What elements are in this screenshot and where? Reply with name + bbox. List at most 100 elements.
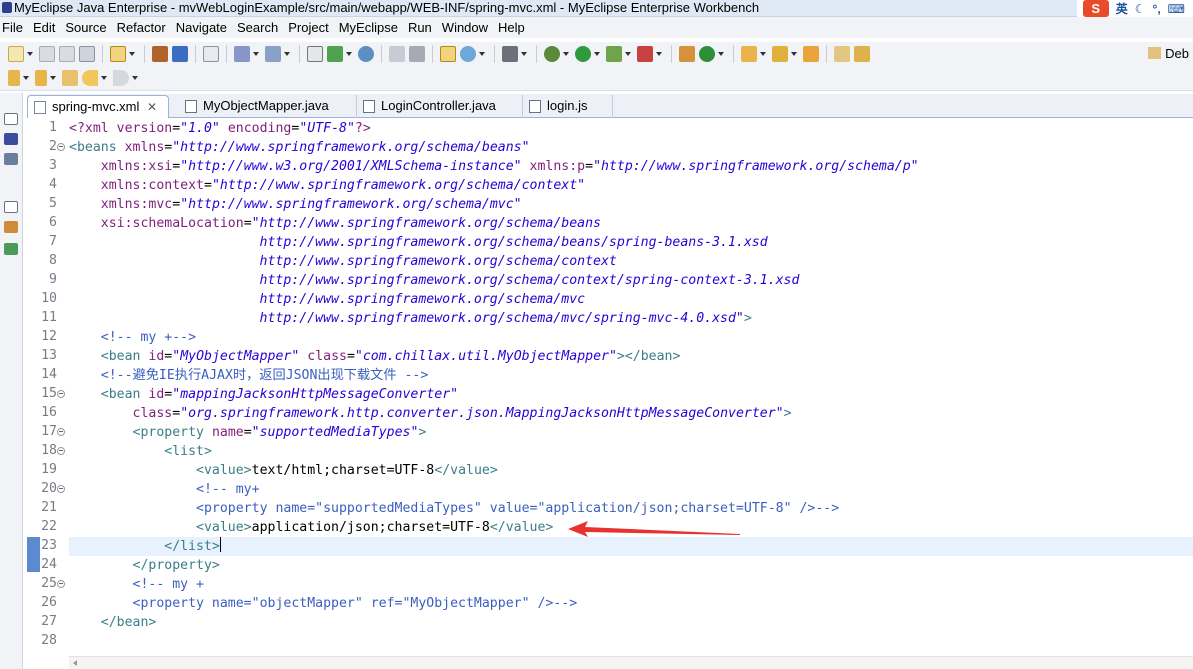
code-line[interactable]: <bean id="MyObjectMapper" class="com.chi… xyxy=(69,347,919,366)
code-line[interactable]: <!-- my+ xyxy=(69,480,919,499)
chevron-down-icon[interactable] xyxy=(284,52,290,56)
menu-source[interactable]: Source xyxy=(60,17,111,38)
chevron-down-icon[interactable] xyxy=(563,52,569,56)
deploy-icon[interactable] xyxy=(307,46,323,62)
pen-icon[interactable] xyxy=(772,46,788,62)
code-line[interactable]: <!--避免IE执行AJAX时，返回JSON出现下载文件 --> xyxy=(69,366,919,385)
print-icon[interactable] xyxy=(79,46,95,62)
tab-logincontroller-java[interactable]: LoginController.java xyxy=(357,95,523,118)
chevron-down-icon[interactable] xyxy=(23,75,29,80)
chevron-down-icon[interactable] xyxy=(718,52,724,56)
punctuation-icon[interactable]: °, xyxy=(1153,2,1161,16)
menu-file[interactable]: File xyxy=(0,17,28,38)
chevron-down-icon[interactable] xyxy=(656,52,662,56)
menu-navigate[interactable]: Navigate xyxy=(171,17,232,38)
close-icon[interactable]: ✕ xyxy=(147,96,157,118)
chevron-down-icon[interactable] xyxy=(594,52,600,56)
chevron-down-icon[interactable] xyxy=(101,75,107,80)
code-area[interactable]: <?xml version="1.0" encoding="UTF-8"?> <b… xyxy=(69,119,919,651)
last-edit-location-icon[interactable] xyxy=(62,69,78,86)
code-line[interactable]: <value>text/html;charset=UTF-8</value> xyxy=(69,461,919,480)
keyboard-icon[interactable]: ⌨ xyxy=(1168,2,1185,16)
counter-icon[interactable] xyxy=(203,46,219,62)
code-line[interactable]: http://www.springframework.org/schema/be… xyxy=(69,233,919,252)
chevron-down-icon[interactable] xyxy=(521,52,527,56)
chevron-down-icon[interactable] xyxy=(791,52,797,56)
restore-icon[interactable] xyxy=(4,201,18,213)
class-icon[interactable] xyxy=(172,46,188,62)
back-icon[interactable] xyxy=(82,69,98,86)
code-line[interactable]: <bean id="mappingJacksonHttpMessageConve… xyxy=(69,385,919,404)
ime-toolbar[interactable]: S 英 ☾ °, ⌨ xyxy=(1076,0,1193,17)
code-line[interactable]: xsi:schemaLocation="http://www.springfra… xyxy=(69,214,919,233)
deploy-to-server-icon[interactable] xyxy=(327,46,343,62)
external-tools-icon[interactable] xyxy=(637,46,653,62)
code-line[interactable]: xmlns:mvc="http://www.springframework.or… xyxy=(69,195,919,214)
package-icon[interactable] xyxy=(152,46,168,62)
forward-icon[interactable] xyxy=(389,46,405,62)
fold-toggle-icon[interactable] xyxy=(57,143,65,151)
camera-icon[interactable] xyxy=(502,46,518,62)
chevron-down-icon[interactable] xyxy=(346,52,352,56)
code-line[interactable]: <value>application/json;charset=UTF-8</v… xyxy=(69,518,919,537)
tab-myobjectmapper-java[interactable]: MyObjectMapper.java xyxy=(179,95,357,118)
menu-project[interactable]: Project xyxy=(283,17,333,38)
moon-icon[interactable]: ☾ xyxy=(1135,2,1146,16)
code-line[interactable]: xmlns:xsi="http://www.w3.org/2001/XMLSch… xyxy=(69,157,919,176)
search-folder-icon[interactable] xyxy=(803,46,819,62)
code-line[interactable]: <!-- my +--> xyxy=(69,328,919,347)
chevron-down-icon[interactable] xyxy=(625,52,631,56)
run-icon[interactable] xyxy=(575,46,591,62)
ime-language-indicator[interactable]: 英 xyxy=(1116,0,1128,17)
open-folder-icon[interactable] xyxy=(741,46,757,62)
code-line[interactable] xyxy=(69,632,919,651)
open-console-icon[interactable] xyxy=(854,46,870,62)
chevron-down-icon[interactable] xyxy=(760,52,766,56)
horizontal-scrollbar[interactable] xyxy=(69,656,1193,669)
code-line[interactable]: <property name="objectMapper" ref="MyObj… xyxy=(69,594,919,613)
code-line[interactable]: http://www.springframework.org/schema/mv… xyxy=(69,290,919,309)
coverage-icon[interactable] xyxy=(606,46,622,62)
fold-toggle-icon[interactable] xyxy=(57,428,65,436)
structure-icon[interactable] xyxy=(4,243,18,255)
menu-myeclipse[interactable]: MyEclipse xyxy=(334,17,403,38)
menu-run[interactable]: Run xyxy=(403,17,437,38)
code-line[interactable]: http://www.springframework.org/schema/co… xyxy=(69,252,919,271)
chevron-down-icon[interactable] xyxy=(253,52,259,56)
debug-icon[interactable] xyxy=(544,46,560,62)
code-line[interactable]: <!-- my + xyxy=(69,575,919,594)
fold-toggle-icon[interactable] xyxy=(57,580,65,588)
fold-toggle-icon[interactable] xyxy=(57,485,65,493)
debug-server-icon[interactable] xyxy=(265,46,281,62)
tab-login-js[interactable]: login.js xyxy=(523,95,613,118)
servers-icon[interactable] xyxy=(234,46,250,62)
next-annotation-icon[interactable] xyxy=(8,69,20,86)
scroll-left-icon[interactable] xyxy=(73,660,77,666)
new-class-icon[interactable] xyxy=(699,46,715,62)
chevron-down-icon[interactable] xyxy=(27,52,33,56)
menu-window[interactable]: Window xyxy=(437,17,493,38)
open-type-icon[interactable] xyxy=(440,46,456,62)
restore-icon[interactable] xyxy=(4,113,18,125)
code-line[interactable]: http://www.springframework.org/schema/co… xyxy=(69,271,919,290)
code-line[interactable]: </property> xyxy=(69,556,919,575)
web-services-icon[interactable] xyxy=(460,46,476,62)
save-icon[interactable] xyxy=(39,46,55,62)
save-all-icon[interactable] xyxy=(59,46,75,62)
perspective-debug[interactable]: Deb xyxy=(1148,46,1189,61)
code-line[interactable]: http://www.springframework.org/schema/mv… xyxy=(69,309,919,328)
outline-icon[interactable] xyxy=(4,221,18,233)
menu-search[interactable]: Search xyxy=(232,17,283,38)
code-line[interactable]: </list> xyxy=(69,537,919,556)
code-line[interactable]: <list> xyxy=(69,442,919,461)
globe-icon[interactable] xyxy=(358,46,374,62)
menu-refactor[interactable]: Refactor xyxy=(112,17,171,38)
forward-nav-icon[interactable] xyxy=(113,69,129,86)
menu-edit[interactable]: Edit xyxy=(28,17,60,38)
web-browser-icon[interactable] xyxy=(409,46,425,62)
menu-help[interactable]: Help xyxy=(493,17,530,38)
previous-annotation-icon[interactable] xyxy=(35,69,47,86)
chevron-down-icon[interactable] xyxy=(129,52,135,56)
code-line[interactable]: class="org.springframework.http.converte… xyxy=(69,404,919,423)
code-line[interactable]: <property name="supportedMediaTypes"> xyxy=(69,423,919,442)
